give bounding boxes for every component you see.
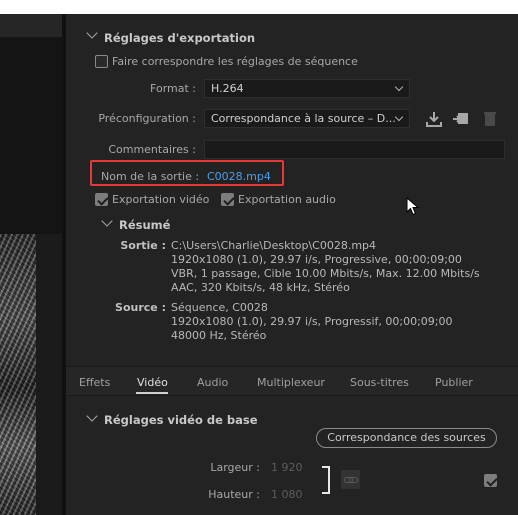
tab-effects[interactable]: Effets	[79, 376, 110, 389]
size-override-checkbox[interactable]	[484, 474, 497, 487]
tab-multiplexer[interactable]: Multiplexeur	[257, 376, 325, 389]
summary-output-line: 1920x1080 (1.0), 29.97 i/s, Progressive,…	[171, 253, 462, 266]
tab-captions[interactable]: Sous-titres	[350, 376, 409, 389]
summary-output-key: Sortie :	[120, 239, 166, 252]
summary-source-line: 1920x1080 (1.0), 29.97 i/s, Progressif, …	[171, 315, 453, 328]
tab-video[interactable]: Vidéo	[137, 376, 168, 389]
mouse-cursor-icon	[406, 197, 420, 216]
summary-output-line: VBR, 1 passage, Cible 10.00 Mbits/s, Max…	[171, 267, 480, 280]
basic-video-title: Réglages vidéo de base	[104, 413, 258, 427]
active-tab-underline	[136, 392, 168, 394]
match-sequence-checkbox[interactable]	[95, 55, 108, 68]
output-name-link[interactable]: C0028.mp4	[207, 170, 271, 183]
import-preset-icon[interactable]	[452, 110, 470, 128]
preview-header	[0, 14, 62, 38]
export-settings-title: Réglages d'exportation	[104, 31, 256, 45]
export-video-checkbox[interactable]	[95, 193, 108, 206]
top-strip	[0, 0, 518, 14]
export-audio-checkbox[interactable]	[221, 193, 234, 206]
comments-label: Commentaires :	[108, 143, 196, 156]
preview-background	[0, 38, 62, 234]
match-sequence-label: Faire correspondre les réglages de séque…	[112, 55, 358, 68]
export-audio-label: Exportation audio	[238, 193, 336, 206]
summary-output-line: AAC, 320 Kbits/s, 48 kHz, Stéréo	[171, 281, 350, 294]
format-select[interactable]: H.264	[204, 79, 410, 98]
export-video-label: Exportation vidéo	[112, 193, 210, 206]
height-label: Hauteur :	[208, 488, 260, 501]
summary-source-line: Séquence, C0028	[171, 301, 268, 314]
summary-title: Résumé	[119, 218, 171, 232]
summary-source-line: 48000 Hz, Stéréo	[171, 329, 267, 342]
format-label: Format :	[150, 82, 196, 95]
preset-select[interactable]: Correspondance à la source – D...	[204, 109, 410, 128]
chain-link-icon[interactable]	[341, 470, 360, 489]
width-label: Largeur :	[210, 461, 260, 474]
preset-value: Correspondance à la source – D...	[211, 112, 396, 125]
tab-publish[interactable]: Publier	[435, 376, 473, 389]
save-preset-icon[interactable]	[425, 110, 443, 128]
tab-audio[interactable]: Audio	[197, 376, 228, 389]
summary-output-line: C:\Users\Charlie\Desktop\C0028.mp4	[171, 239, 377, 252]
format-value: H.264	[211, 82, 244, 95]
summary-source-key: Source :	[115, 301, 166, 314]
chevron-down-icon	[394, 112, 404, 122]
match-source-button[interactable]: Correspondance des sources	[316, 428, 497, 448]
aspect-bracket	[322, 466, 330, 494]
video-preview-frame	[0, 234, 36, 515]
width-value[interactable]: 1 920	[271, 461, 303, 474]
delete-preset-icon[interactable]	[481, 110, 499, 128]
chevron-down-icon	[394, 82, 404, 92]
height-value[interactable]: 1 080	[271, 488, 303, 501]
preset-label: Préconfiguration :	[98, 112, 196, 125]
output-name-label: Nom de la sortie :	[101, 170, 200, 183]
comments-input[interactable]	[204, 140, 505, 159]
